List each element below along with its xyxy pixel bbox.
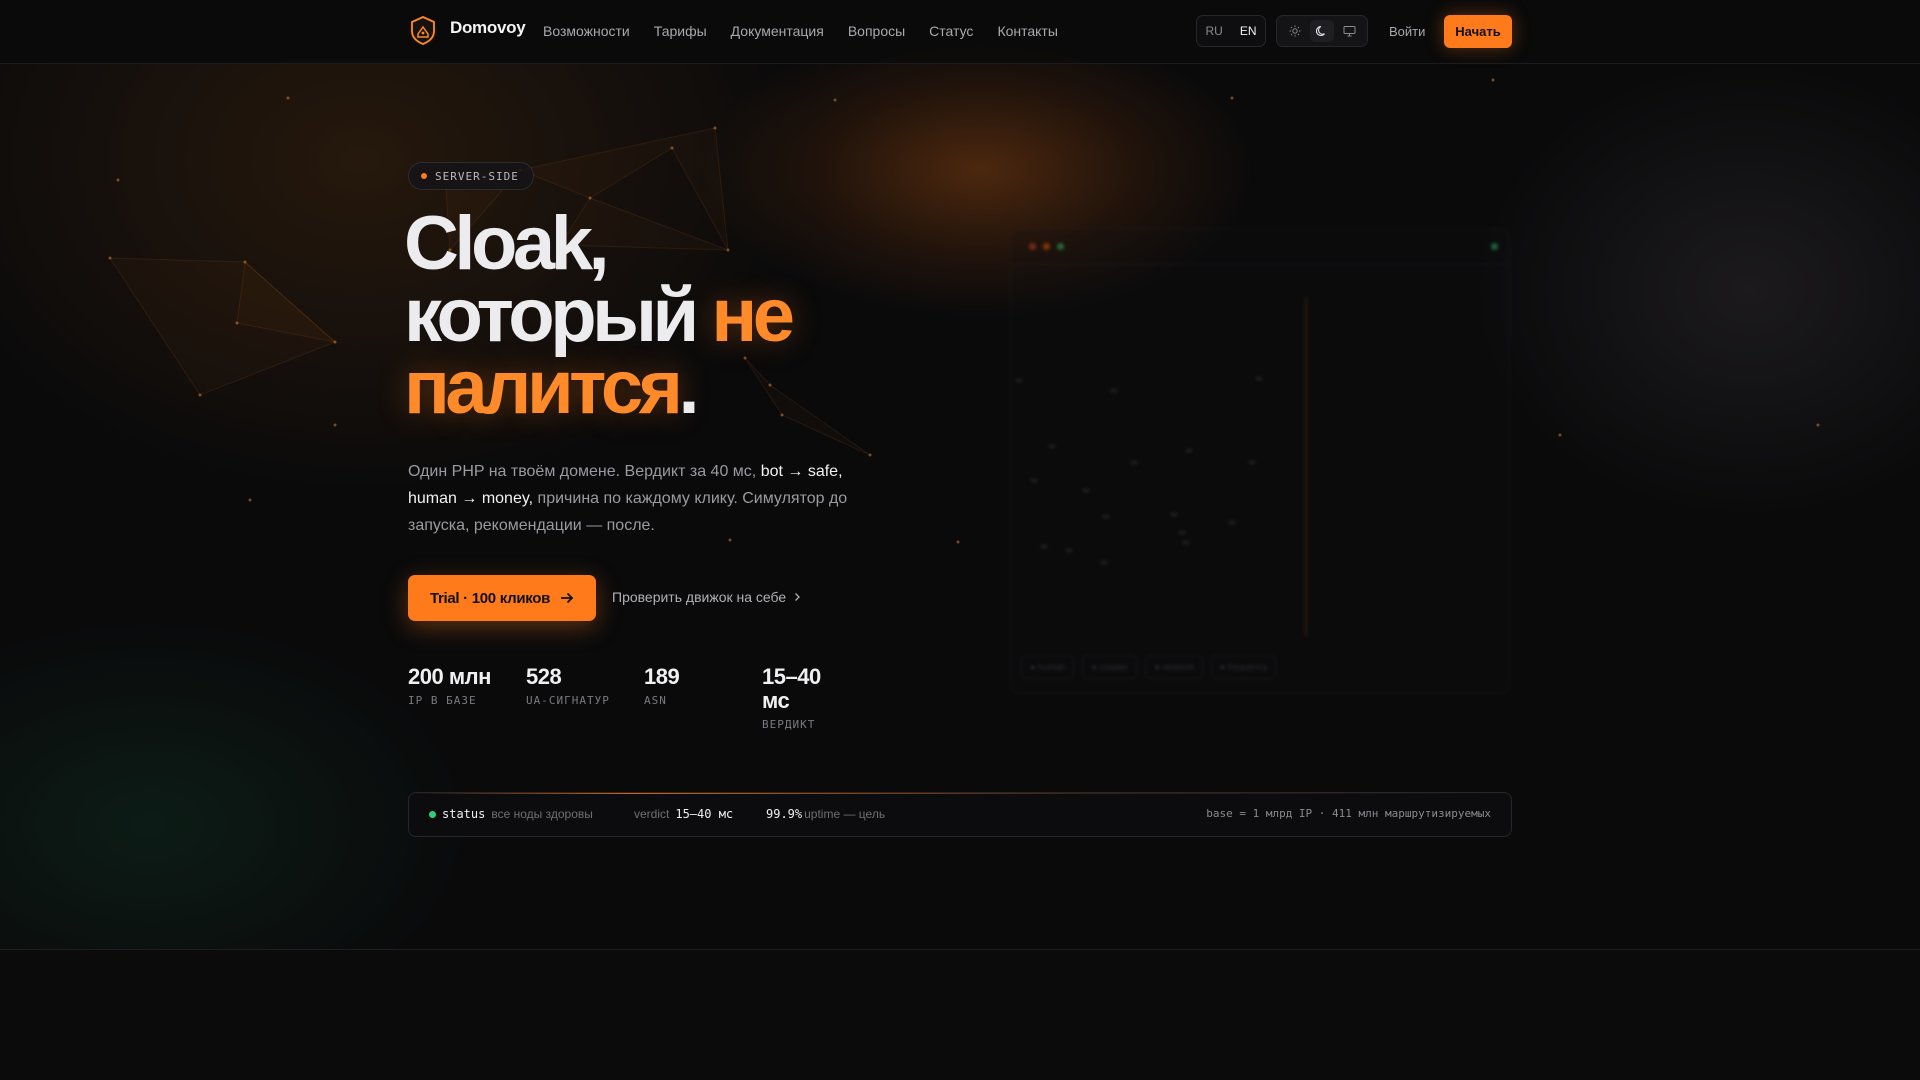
theme-switcher xyxy=(1276,15,1368,47)
moon-icon[interactable] xyxy=(1309,20,1334,42)
nav-item-faq[interactable]: Вопросы xyxy=(848,23,905,39)
status-bar[interactable]: status все ноды здоровы verdict 15–40 мс… xyxy=(408,792,1512,837)
stat-value: 189 xyxy=(644,664,680,689)
domovoy-logo-icon[interactable] xyxy=(408,14,438,46)
stat-asn: 189 ASN xyxy=(644,664,744,708)
headline-word-detected: палится xyxy=(404,345,683,430)
headline-line-2: который не xyxy=(404,278,795,354)
badge-dot-icon xyxy=(421,173,427,179)
login-link[interactable]: Войти xyxy=(1389,24,1425,39)
subtitle-part-1: Один PHP на твоём домене. Вердикт за 40 … xyxy=(408,463,757,480)
headline-line-3: палится. xyxy=(404,350,791,426)
start-button[interactable]: Начать xyxy=(1444,15,1512,48)
stat-value: 15–40 мс xyxy=(762,664,821,713)
status-desc: все ноды здоровы xyxy=(491,807,593,821)
next-section xyxy=(0,950,1920,1080)
uptime-value: 99.9% xyxy=(766,807,803,821)
base-note-item: base = 1 млрд IP · 411 млн маршрутизируе… xyxy=(1206,807,1491,820)
hero-headline: Cloak, который не палится. xyxy=(404,201,795,426)
sun-icon[interactable] xyxy=(1283,20,1307,42)
chevron-right-icon xyxy=(795,593,801,601)
trial-button-label: Trial · 100 кликов xyxy=(429,589,551,607)
subtitle-bot-safe: bot → safe, xyxy=(760,463,843,480)
status-item: status все ноды здоровы xyxy=(429,807,593,821)
subtitle-human-money: human → money, xyxy=(408,490,534,507)
verdict-value: 15–40 мс xyxy=(675,807,734,821)
headline-line-1: Cloak, xyxy=(404,201,610,286)
uptime-item: 99.9% uptime — цель xyxy=(766,807,885,821)
stat-ip-base: 200 млн IP В БАЗЕ xyxy=(408,664,508,708)
stat-label: ASN xyxy=(644,694,667,707)
headline-word-not: не xyxy=(711,273,795,358)
section-divider xyxy=(0,949,1920,950)
nav-item-status[interactable]: Статус xyxy=(929,23,973,39)
nav-item-contacts[interactable]: Контакты xyxy=(997,23,1057,39)
verdict-key: verdict xyxy=(634,807,670,821)
verdict-item: verdict 15–40 мс xyxy=(634,807,733,821)
stat-value: 200 млн xyxy=(408,664,491,689)
lang-option-ru[interactable]: RU xyxy=(1205,24,1222,38)
server-side-badge: SERVER-SIDE xyxy=(408,162,534,190)
language-switcher: RU EN xyxy=(1196,15,1266,47)
lang-option-en[interactable]: EN xyxy=(1240,24,1257,38)
arrow-right-icon xyxy=(561,592,574,604)
stat-ua-signatures: 528 UA-СИГНАТУР xyxy=(526,664,626,708)
uptime-desc: uptime — цель xyxy=(804,807,886,821)
nav-item-pricing[interactable]: Тарифы xyxy=(654,23,707,39)
check-engine-label: Проверить движок на себе xyxy=(612,589,787,605)
base-note: base = 1 млрд IP · 411 млн маршрутизируе… xyxy=(1206,807,1491,820)
main-nav: Возможности Тарифы Документация Вопросы … xyxy=(543,23,1058,39)
trial-button[interactable]: Trial · 100 кликов xyxy=(408,575,596,621)
hero-subtitle: Один PHP на твоём домене. Вердикт за 40 … xyxy=(408,458,868,539)
check-engine-link[interactable]: Проверить движок на себе xyxy=(612,589,801,605)
nav-item-features[interactable]: Возможности xyxy=(543,23,630,39)
nav-item-docs[interactable]: Документация xyxy=(731,23,824,39)
stat-value: 528 xyxy=(526,664,562,689)
stat-verdict: 15–40 мс ВЕРДИКТ xyxy=(762,664,842,732)
brand-name[interactable]: Domovoy xyxy=(450,18,526,38)
status-ok-dot-icon xyxy=(429,810,436,818)
stat-label: UA-СИГНАТУР xyxy=(526,694,610,707)
stat-label: ВЕРДИКТ xyxy=(762,718,816,731)
badge-label: SERVER-SIDE xyxy=(435,169,519,183)
site-header: Domovoy Возможности Тарифы Документация … xyxy=(0,0,1920,64)
headline-period: . xyxy=(678,345,700,430)
stat-label: IP В БАЗЕ xyxy=(408,694,477,707)
product-preview-window: ● human ● crawler ● network ● frequency xyxy=(1010,228,1510,694)
status-key: status xyxy=(442,807,486,821)
monitor-icon[interactable] xyxy=(1337,20,1361,42)
